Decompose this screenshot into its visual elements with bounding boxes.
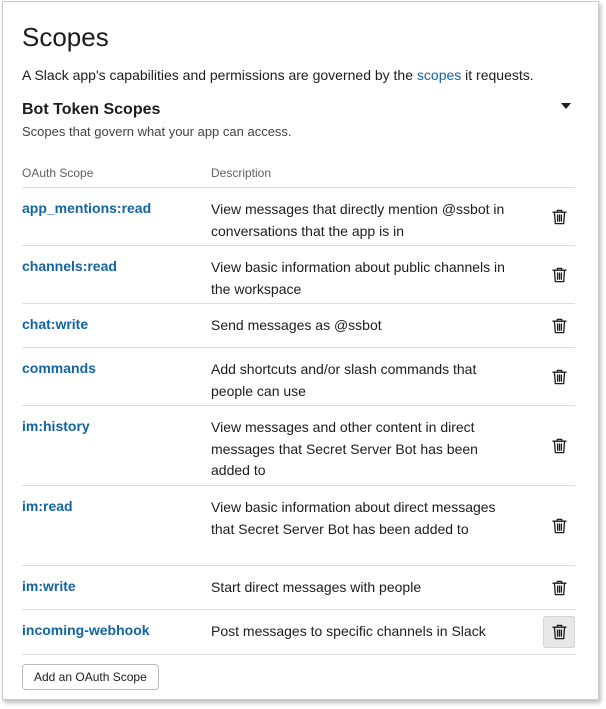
intro-text-start: A Slack app's capabilities and permissio…	[22, 67, 417, 83]
intro-text-end: it requests.	[461, 67, 534, 83]
scope-link[interactable]: im:history	[22, 418, 90, 434]
scopes-panel: Scopes A Slack app's capabilities and pe…	[2, 1, 599, 700]
scopes-link[interactable]: scopes	[417, 67, 461, 83]
scopes-table: OAuth Scope Description app_mentions:rea…	[22, 159, 575, 655]
delete-scope-button[interactable]	[543, 310, 575, 342]
scope-link[interactable]: channels:read	[22, 258, 117, 274]
table-row: channels:read View basic information abo…	[22, 246, 575, 304]
scope-description: View basic information about public chan…	[211, 259, 505, 297]
page-title: Scopes	[22, 22, 109, 52]
delete-scope-button[interactable]	[543, 430, 575, 462]
scope-link[interactable]: chat:write	[22, 316, 88, 332]
trash-icon	[551, 369, 567, 385]
table-row: app_mentions:read View messages that dir…	[22, 188, 575, 246]
delete-scope-button[interactable]	[543, 201, 575, 233]
trash-icon	[551, 624, 567, 640]
delete-scope-button[interactable]	[543, 259, 575, 291]
section-title: Bot Token Scopes	[22, 101, 161, 118]
trash-icon	[551, 209, 567, 225]
scope-description: Send messages as @ssbot	[211, 317, 382, 333]
scope-description: View messages that directly mention @ssb…	[211, 201, 505, 239]
scope-description: View messages and other content in direc…	[211, 419, 478, 478]
table-row: im:read View basic information about dir…	[22, 486, 575, 566]
scope-link[interactable]: im:read	[22, 498, 73, 514]
table-header: OAuth Scope Description	[22, 159, 575, 188]
scope-link[interactable]: commands	[22, 360, 96, 376]
header-description: Description	[211, 166, 272, 180]
scope-description: View basic information about direct mess…	[211, 499, 496, 537]
trash-icon	[551, 580, 567, 596]
table-row: im:write Start direct messages with peop…	[22, 566, 575, 610]
table-row: incoming-webhook Post messages to specif…	[22, 610, 575, 655]
scope-description: Post messages to specific channels in Sl…	[211, 623, 486, 639]
delete-scope-button[interactable]	[543, 616, 575, 648]
table-row: commands Add shortcuts and/or slash comm…	[22, 348, 575, 406]
table-row: im:history View messages and other conte…	[22, 406, 575, 486]
delete-scope-button[interactable]	[543, 510, 575, 542]
delete-scope-button[interactable]	[543, 361, 575, 393]
scope-description: Start direct messages with people	[211, 579, 422, 595]
delete-scope-button[interactable]	[543, 572, 575, 604]
trash-icon	[551, 438, 567, 454]
add-oauth-scope-button[interactable]: Add an OAuth Scope	[22, 664, 159, 690]
trash-icon	[551, 267, 567, 283]
section-subtitle: Scopes that govern what your app can acc…	[22, 124, 292, 139]
scope-link[interactable]: incoming-webhook	[22, 622, 150, 638]
scope-description: Add shortcuts and/or slash commands that…	[211, 361, 477, 399]
caret-down-icon[interactable]	[561, 103, 571, 109]
scope-link[interactable]: im:write	[22, 578, 76, 594]
trash-icon	[551, 318, 567, 334]
trash-icon	[551, 518, 567, 534]
scope-link[interactable]: app_mentions:read	[22, 200, 151, 216]
header-oauth-scope: OAuth Scope	[22, 166, 94, 180]
intro-text: A Slack app's capabilities and permissio…	[22, 67, 534, 83]
table-row: chat:write Send messages as @ssbot	[22, 304, 575, 348]
